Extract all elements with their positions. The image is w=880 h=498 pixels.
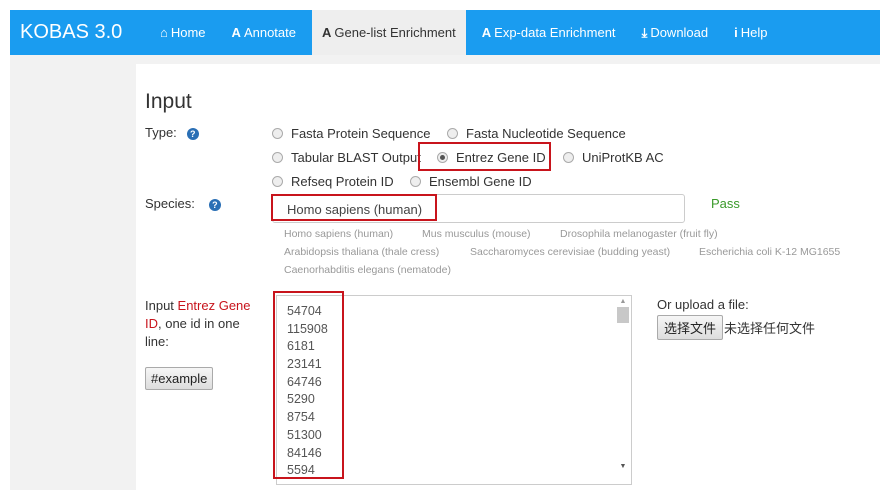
home-icon: ⌂ [160, 25, 168, 40]
radio-dot[interactable] [272, 128, 283, 139]
nav-label: Download [650, 25, 709, 40]
scroll-down-icon[interactable]: ▼ [617, 463, 629, 470]
annotate-icon: A [231, 25, 241, 40]
upload-label: Or upload a file: [657, 297, 749, 312]
radio-dot[interactable] [447, 128, 458, 139]
nav-label: Annotate [243, 25, 296, 40]
nav-annotate[interactable]: A Annotate [222, 10, 306, 55]
radio-refseq-protein[interactable]: Refseq Protein ID [272, 174, 394, 189]
nav-home[interactable]: ⌂ Home [150, 10, 216, 55]
choose-file-button[interactable]: 选择文件 [657, 315, 724, 340]
scrollbar[interactable]: ▲ ▼ [617, 298, 629, 470]
nav-help[interactable]: i Help [724, 10, 777, 55]
radio-label: UniProtKB AC [582, 150, 664, 165]
highlight-box [273, 291, 344, 479]
brand-logo[interactable]: KOBAS 3.0 [10, 21, 150, 44]
nav-download[interactable]: ⤓ Download [632, 10, 719, 55]
navbar: KOBAS 3.0 ⌂ Home A Annotate A Gene-list Enr… [10, 10, 880, 55]
species-suggestion[interactable]: Caenorhabditis elegans (nematode) [284, 264, 451, 276]
help-icon[interactable]: ? [208, 199, 221, 211]
radio-label: Fasta Protein Sequence [291, 126, 431, 141]
page-title: Input [145, 90, 192, 113]
species-label: Species:? [145, 196, 221, 211]
radio-tabular-blast[interactable]: Tabular BLAST Output [272, 150, 421, 165]
radio-label: Ensembl Gene ID [429, 174, 532, 189]
label-text: Input [145, 298, 178, 313]
type-label-text: Type: [145, 125, 177, 140]
nav-label: Home [170, 25, 206, 40]
nav-exp-data-enrichment[interactable]: A Exp-data Enrichment [472, 10, 626, 55]
species-suggestion[interactable]: Arabidopsis thaliana (thale cress) [284, 246, 439, 258]
radio-label: Refseq Protein ID [291, 174, 394, 189]
radio-label: Tabular BLAST Output [291, 150, 421, 165]
species-label-text: Species: [145, 196, 195, 211]
gene-input-label: Input Entrez Gene ID, one id in one line… [145, 297, 255, 351]
nav-label: Help [740, 25, 768, 40]
no-file-text: 未选择任何文件 [724, 321, 816, 336]
label-text: , one id in one line: [145, 316, 240, 349]
species-suggestion[interactable]: Saccharomyces cerevisiae (budding yeast) [470, 246, 670, 258]
help-icon[interactable]: ? [186, 128, 199, 140]
species-suggestion[interactable]: Drosophila melanogaster (fruit fly) [560, 228, 718, 240]
exp-icon: A [481, 25, 492, 40]
radio-label: Fasta Nucleotide Sequence [466, 126, 626, 141]
radio-ensembl-gene[interactable]: Ensembl Gene ID [410, 174, 532, 189]
type-label: Type:? [145, 125, 199, 140]
nav-label: Exp-data Enrichment [494, 25, 616, 40]
enrichment-icon: A [321, 25, 332, 40]
radio-dot[interactable] [563, 152, 574, 163]
radio-dot[interactable] [410, 176, 421, 187]
info-icon: i [734, 25, 738, 40]
species-suggestion[interactable]: Homo sapiens (human) [284, 228, 393, 240]
radio-fasta-protein[interactable]: Fasta Protein Sequence [272, 126, 430, 141]
scrollbar-thumb[interactable] [617, 307, 629, 323]
radio-fasta-nucleotide[interactable]: Fasta Nucleotide Sequence [447, 126, 626, 141]
highlight-box [418, 142, 551, 171]
radio-dot[interactable] [272, 152, 283, 163]
highlight-box [271, 194, 437, 221]
nav-gene-list-enrichment[interactable]: A Gene-list Enrichment [311, 10, 466, 55]
species-suggestion[interactable]: Escherichia coli K-12 MG1655 [699, 246, 840, 258]
species-suggestion[interactable]: Mus musculus (mouse) [422, 228, 531, 240]
species-status: Pass [711, 196, 740, 211]
download-icon: ⤓ [641, 24, 648, 40]
scroll-up-icon[interactable]: ▲ [617, 298, 629, 305]
radio-dot[interactable] [272, 176, 283, 187]
nav-label: Gene-list Enrichment [334, 25, 456, 40]
example-button[interactable]: #example [145, 367, 214, 390]
radio-uniprotkb[interactable]: UniProtKB AC [563, 150, 664, 165]
